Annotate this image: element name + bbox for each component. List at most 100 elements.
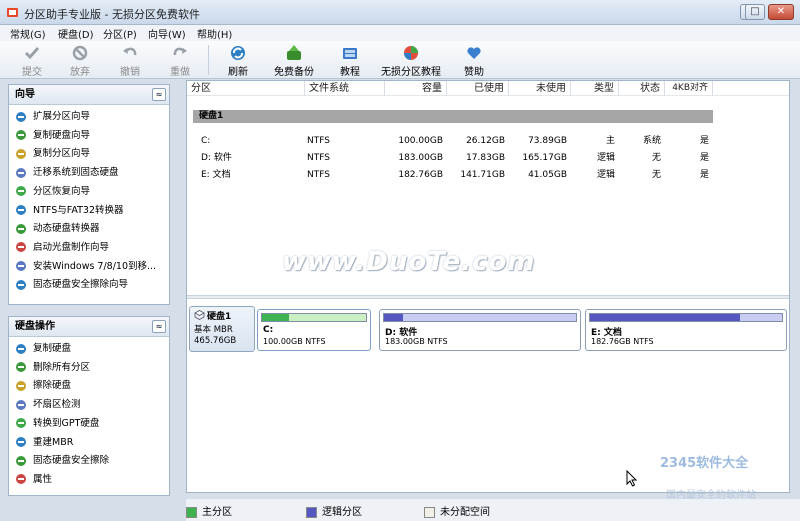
properties-icon <box>16 474 26 485</box>
ssd-erase-label: 固态硬盘安全擦除向导 <box>33 279 129 291</box>
partition-usage-fill <box>262 314 290 321</box>
column-header: 分区 文件系统 容量 已使用 未使用 类型 状态 4KB对齐 <box>187 81 789 96</box>
toolbar-separator <box>208 45 209 75</box>
wizard-item-dynamic[interactable]: 动态硬盘转换器 <box>15 221 100 237</box>
convert-icon <box>16 205 26 215</box>
col-4k-align[interactable]: 4KB对齐 <box>665 81 713 96</box>
menu-disk[interactable]: 硬盘(D) <box>58 26 94 41</box>
cell-free: 41.05GB <box>528 170 567 180</box>
partition-card[interactable]: C: 100.00GB NTFS <box>257 309 371 351</box>
col-free[interactable]: 未使用 <box>509 81 571 96</box>
disk-card-name: 硬盘1 <box>207 312 232 322</box>
col-partition[interactable]: 分区 <box>187 81 305 96</box>
disk-item-convert-gpt[interactable]: 转换到GPT硬盘 <box>15 416 99 432</box>
table-row[interactable]: C: NTFS 100.00GB 26.12GB 73.89GB 主 系统 是 <box>187 135 789 148</box>
cell-type: 逻辑 <box>596 170 615 180</box>
wizard-item-copy-disk[interactable]: 复制硬盘向导 <box>15 128 90 144</box>
menu-wizard[interactable]: 向导(W) <box>148 26 186 41</box>
cell-align: 是 <box>699 136 709 146</box>
ssd-erase-label: 固态硬盘安全擦除 <box>33 455 110 467</box>
close-button[interactable]: ✕ <box>768 4 794 20</box>
col-status[interactable]: 状态 <box>619 81 665 96</box>
disk-item-properties[interactable]: 属性 <box>15 472 52 488</box>
lossless-tutorial-button[interactable]: 无损分区教程 <box>380 43 442 78</box>
undo-icon <box>123 47 137 56</box>
legend-unallocated: 未分配空间 <box>424 503 490 518</box>
disk-item-copy-disk[interactable]: 复制硬盘 <box>15 341 71 357</box>
submit-button[interactable]: 提交 <box>14 43 50 78</box>
cell-cap: 183.00GB <box>398 153 443 163</box>
disk-item-delete-all[interactable]: 删除所有分区 <box>15 360 90 376</box>
wizard-item-migrate[interactable]: 迁移系统到固态硬盘 <box>15 165 119 181</box>
wizard-panel: 向导 ≈ 扩展分区向导复制硬盘向导复制分区向导迁移系统到固态硬盘 分区恢复向导 NT… <box>8 84 170 305</box>
wizard-item-expand[interactable]: 扩展分区向导 <box>15 109 90 125</box>
col-type[interactable]: 类型 <box>571 81 619 96</box>
revoke-label: 撤销 <box>120 67 140 78</box>
expand-icon <box>16 111 26 122</box>
dynamic-icon <box>16 223 26 234</box>
copy-disk-label: 复制硬盘向导 <box>33 129 91 141</box>
table-row[interactable]: D: 软件 NTFS 183.00GB 17.83GB 165.17GB 逻辑 无 是 <box>187 152 789 165</box>
disk-item-wipe[interactable]: 擦除硬盘 <box>15 378 71 394</box>
window-title: 分区助手专业版 - 无损分区免费软件 <box>24 8 200 21</box>
sponsor-button[interactable]: 赞助 <box>458 43 490 78</box>
menu-help[interactable]: 帮助(H) <box>197 26 232 41</box>
restore-button[interactable]: □ <box>745 4 765 20</box>
wizard-item-boot-cd[interactable]: 启动光盘制作向导 <box>15 240 109 256</box>
install-label: 安装Windows 7/8/10到移... <box>33 260 157 272</box>
col-used[interactable]: 已使用 <box>447 81 509 96</box>
tutorial-button[interactable]: 教程 <box>334 43 366 78</box>
revoke-button[interactable]: 撤销 <box>112 43 148 78</box>
boot-cd-icon <box>16 242 26 253</box>
partition-card[interactable]: D: 软件 183.00GB NTFS <box>379 309 581 351</box>
partition-card[interactable]: E: 文档 182.76GB NTFS <box>585 309 787 351</box>
boot-cd-label: 启动光盘制作向导 <box>33 241 110 253</box>
refresh-button[interactable]: 刷新 <box>222 43 254 78</box>
wizard-item-install[interactable]: 安装Windows 7/8/10到移... <box>15 259 156 275</box>
menu-partition[interactable]: 分区(P) <box>103 26 137 41</box>
partition-usage-bar <box>383 313 577 322</box>
discard-label: 放弃 <box>70 67 90 78</box>
cell-type: 主 <box>605 136 615 146</box>
backup-button[interactable]: 免费备份 <box>272 43 316 78</box>
submit-label: 提交 <box>22 67 42 78</box>
copy-partition-icon <box>16 148 26 159</box>
disk-group-header[interactable]: 硬盘1 <box>193 110 713 123</box>
convert-gpt-icon <box>16 418 26 429</box>
cell-free: 165.17GB <box>522 153 567 163</box>
collapse-disk-ops-button[interactable]: ≈ <box>152 320 166 333</box>
discard-button[interactable]: 放弃 <box>62 43 98 78</box>
wizard-panel-title: 向导 <box>15 89 35 100</box>
partition-usage-fill <box>590 314 740 321</box>
legend-primary-label: 主分区 <box>202 507 232 518</box>
wizard-item-copy-partition[interactable]: 复制分区向导 <box>15 146 90 162</box>
cell-name: D: 软件 <box>201 153 232 163</box>
cell-name: C: <box>201 136 211 146</box>
collapse-wizard-button[interactable]: ≈ <box>152 88 166 101</box>
cell-status: 系统 <box>642 136 661 146</box>
partition-usage-bar <box>589 313 783 322</box>
col-capacity[interactable]: 容量 <box>385 81 447 96</box>
discard-icon <box>72 45 88 61</box>
ssd-erase-icon <box>16 279 26 290</box>
col-filesystem[interactable]: 文件系统 <box>305 81 385 96</box>
disk-item-bad-sector[interactable]: 坏扇区检测 <box>15 397 81 413</box>
disk-ops-panel-title: 硬盘操作 <box>15 321 55 332</box>
rebuild-mbr-icon <box>16 437 26 447</box>
duote-watermark: www.DuoTe.com <box>282 247 536 277</box>
migrate-icon <box>16 167 26 178</box>
wizard-panel-header: 向导 ≈ <box>9 85 169 105</box>
disk-item-rebuild-mbr[interactable]: 重建MBR <box>15 435 73 451</box>
ssd-erase-icon <box>16 455 26 466</box>
menu-general[interactable]: 常规(G) <box>10 26 46 41</box>
wizard-item-ssd-erase[interactable]: 固态硬盘安全擦除向导 <box>15 277 128 293</box>
wizard-item-convert[interactable]: NTFS与FAT32转换器 <box>15 203 123 219</box>
legend-primary: 主分区 <box>186 503 232 518</box>
redo-button[interactable]: 重做 <box>162 43 198 78</box>
cell-status: 无 <box>651 170 661 180</box>
wizard-item-recover[interactable]: 分区恢复向导 <box>15 184 90 200</box>
disk-item-ssd-erase[interactable]: 固态硬盘安全擦除 <box>15 453 109 469</box>
title-bar: 分区助手专业版 - 无损分区免费软件 — □ ✕ <box>0 0 800 25</box>
disk-card[interactable]: 硬盘1 基本 MBR 465.76GB <box>189 306 255 352</box>
table-row[interactable]: E: 文档 NTFS 182.76GB 141.71GB 41.05GB 逻辑 无 是 <box>187 169 789 182</box>
